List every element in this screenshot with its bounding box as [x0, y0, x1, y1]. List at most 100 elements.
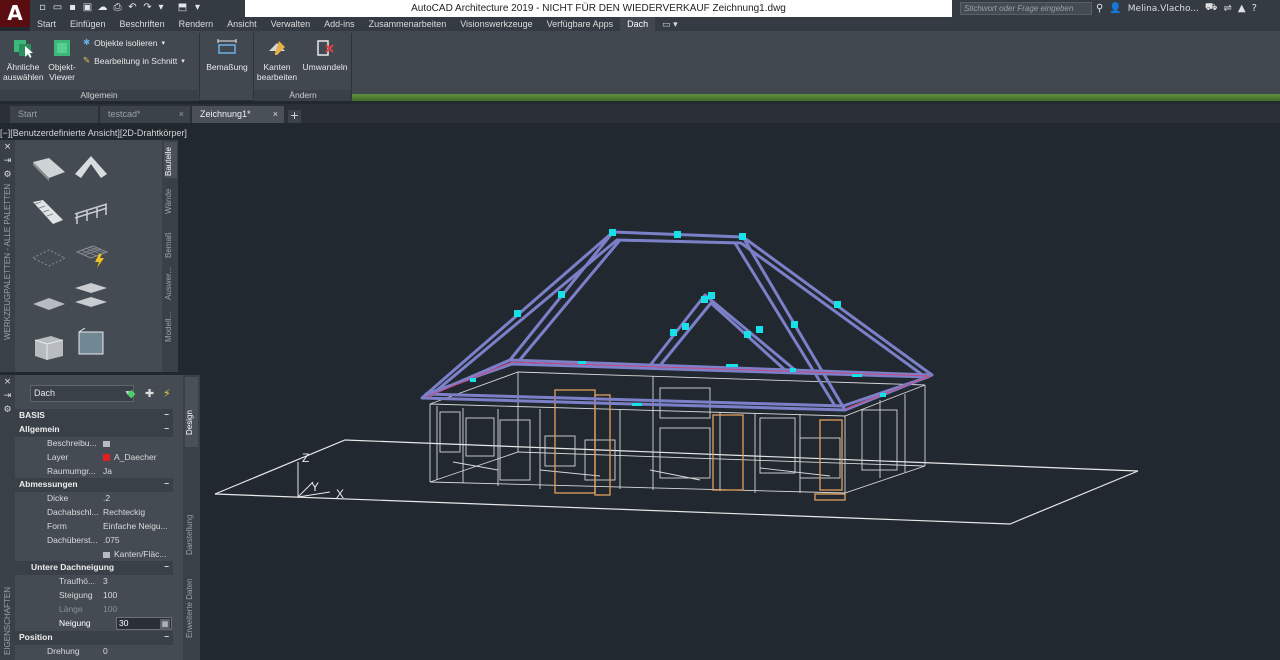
prop-shape[interactable]: Form Einfache Neigu...	[15, 520, 173, 534]
viewport-label[interactable]: [−][Benutzerdefinierte Ansicht][2D-Draht…	[0, 128, 187, 138]
calculator-icon[interactable]: ▦	[160, 619, 170, 630]
roof-slab-tool-icon[interactable]	[31, 152, 67, 182]
undo-icon[interactable]: ↶	[126, 1, 139, 15]
close-icon[interactable]: ×	[0, 375, 15, 389]
section-basis[interactable]: BASIS –	[15, 409, 173, 423]
doc-tab-zeichnung1[interactable]: Zeichnung1* ×	[192, 106, 284, 123]
prop-description[interactable]: Beschreibu...	[15, 437, 173, 451]
prop-rotation[interactable]: Drehung 0	[15, 645, 173, 659]
close-icon[interactable]: ×	[0, 140, 15, 154]
quick-select-icon[interactable]: ◆	[127, 387, 135, 400]
object-viewer-button[interactable]: Objekt- Viewer	[45, 37, 79, 82]
tab-waende[interactable]: Wände	[164, 180, 177, 216]
section-allgemein[interactable]: Allgemein –	[15, 423, 173, 437]
tab-design[interactable]: Design	[185, 377, 198, 447]
slab-tool-icon[interactable]	[31, 288, 67, 318]
pickadd-icon[interactable]: ⚡	[163, 387, 171, 400]
tab-auswertung[interactable]: Auswer...	[164, 262, 177, 302]
autodesk-icon[interactable]: ▲	[1238, 3, 1246, 14]
close-icon[interactable]: ×	[179, 106, 184, 123]
pin-icon[interactable]: ⇥	[0, 154, 15, 168]
tab-verfuegbare-apps[interactable]: Verfügbare Apps	[540, 17, 621, 31]
grip-points[interactable]	[470, 229, 886, 406]
description-edit-icon[interactable]	[103, 438, 114, 448]
user-icon[interactable]: 👤	[1109, 3, 1121, 14]
collapse-icon[interactable]: –	[164, 409, 169, 419]
tab-bemass[interactable]: Bemaß	[164, 220, 177, 260]
tab-addins[interactable]: Add-ins	[317, 17, 362, 31]
app-logo-icon[interactable]: A	[0, 0, 30, 27]
tab-rendern[interactable]: Rendern	[172, 17, 221, 31]
collapse-icon[interactable]: –	[164, 561, 169, 571]
exchange-icon[interactable]: ⇌	[1224, 3, 1232, 14]
redo-icon[interactable]: ↷	[141, 1, 154, 15]
cloud-icon[interactable]: ☁	[96, 1, 109, 15]
slope-input[interactable]: 30 ▦	[116, 617, 172, 630]
tab-darstellung[interactable]: Darstellung	[185, 485, 198, 555]
cart-icon[interactable]: ⛟	[1205, 2, 1218, 15]
tab-einfuegen[interactable]: Einfügen	[63, 17, 113, 31]
ribbon-options-icon[interactable]: ▭ ▾	[655, 17, 685, 31]
print-icon[interactable]: ⎙	[111, 1, 124, 15]
tab-bauteile[interactable]: Bauteile	[164, 142, 177, 178]
railing-tool-icon[interactable]	[73, 196, 109, 226]
tab-start[interactable]: Start	[30, 17, 63, 31]
isolate-objects-button[interactable]: ✱ Objekte isolieren ▾	[83, 37, 165, 48]
tab-verwalten[interactable]: Verwalten	[264, 17, 318, 31]
new-tab-button[interactable]: +	[288, 110, 301, 123]
tab-dach[interactable]: Dach	[620, 17, 656, 31]
stair-tool-icon[interactable]	[31, 196, 67, 226]
save-as-icon[interactable]: ▣	[81, 1, 94, 15]
prop-slope[interactable]: Neigung 30 ▦	[15, 617, 173, 631]
prop-overhang[interactable]: Dachüberst... .075	[15, 534, 173, 548]
section-abmessungen[interactable]: Abmessungen –	[15, 478, 173, 492]
collapse-icon[interactable]: –	[164, 631, 169, 641]
edit-edges-button[interactable]: Kanten bearbeiten	[256, 37, 298, 82]
overflow-icon[interactable]: ▾	[191, 1, 204, 15]
help-icon[interactable]: ?	[1252, 3, 1257, 14]
user-name[interactable]: Melina.Vlacho...	[1128, 4, 1199, 14]
select-objects-icon[interactable]: ✚	[145, 387, 154, 400]
edit-in-section-button[interactable]: ✎ Bearbeitung in Schnitt ▾	[83, 55, 185, 66]
roof-tool-icon[interactable]	[73, 152, 109, 182]
save-icon[interactable]: ▪	[66, 1, 79, 15]
convert-button[interactable]: Umwandeln	[300, 37, 350, 72]
doc-tab-testcad[interactable]: testcad* ×	[100, 106, 190, 123]
object-type-select[interactable]: Dach ▼	[30, 385, 134, 402]
search-input[interactable]: Stichwort oder Frage eingeben	[960, 2, 1092, 15]
space-tool-icon[interactable]	[31, 242, 67, 272]
binoculars-icon[interactable]: ⚲	[1096, 3, 1103, 14]
tab-visionswerkzeuge[interactable]: Visionswerkzeuge	[453, 17, 539, 31]
prop-edge-cut[interactable]: Dachabschl... Rechteckig	[15, 506, 173, 520]
prop-eave-height[interactable]: Traufhö... 3	[15, 575, 173, 589]
new-icon[interactable]: ▫	[36, 1, 49, 15]
grid-tool-icon[interactable]	[73, 240, 109, 270]
settings-icon[interactable]: ⚙	[0, 168, 15, 182]
open-icon[interactable]: ▭	[51, 1, 64, 15]
prop-thickness[interactable]: Dicke .2	[15, 492, 173, 506]
close-icon[interactable]: ×	[273, 106, 278, 123]
glass-box-tool-icon[interactable]	[73, 328, 109, 358]
prop-space-bounding[interactable]: Raumumgr... Ja	[15, 465, 173, 479]
prop-edges-faces[interactable]: Kanten/Fläc...	[15, 548, 173, 562]
prop-rise[interactable]: Steigung 100	[15, 589, 173, 603]
collapse-icon[interactable]: –	[164, 423, 169, 433]
tab-zusammenarbeiten[interactable]: Zusammenarbeiten	[362, 17, 454, 31]
tab-ansicht[interactable]: Ansicht	[220, 17, 264, 31]
section-lower-slope[interactable]: Untere Dachneigung –	[15, 561, 173, 575]
tab-beschriften[interactable]: Beschriften	[113, 17, 172, 31]
doc-tab-start[interactable]: Start	[10, 106, 98, 123]
prop-layer[interactable]: Layer A_Daecher	[15, 451, 173, 465]
dropdown-icon[interactable]: ▾	[156, 1, 166, 15]
collapse-icon[interactable]: –	[164, 478, 169, 488]
pin-icon[interactable]: ⇥	[0, 389, 15, 403]
slab-stack-tool-icon[interactable]	[73, 280, 109, 310]
tab-erweiterte-daten[interactable]: Erweiterte Daten	[185, 560, 198, 640]
share-icon[interactable]: ⬒	[176, 1, 189, 15]
dimension-button[interactable]: Bemaßung	[204, 37, 250, 72]
select-similar-button[interactable]: Ähnliche auswählen	[3, 37, 44, 82]
mass-box-tool-icon[interactable]	[31, 332, 67, 362]
tab-modell[interactable]: Modell...	[164, 304, 177, 344]
settings-icon[interactable]: ⚙	[0, 403, 15, 417]
section-position[interactable]: Position –	[15, 631, 173, 645]
